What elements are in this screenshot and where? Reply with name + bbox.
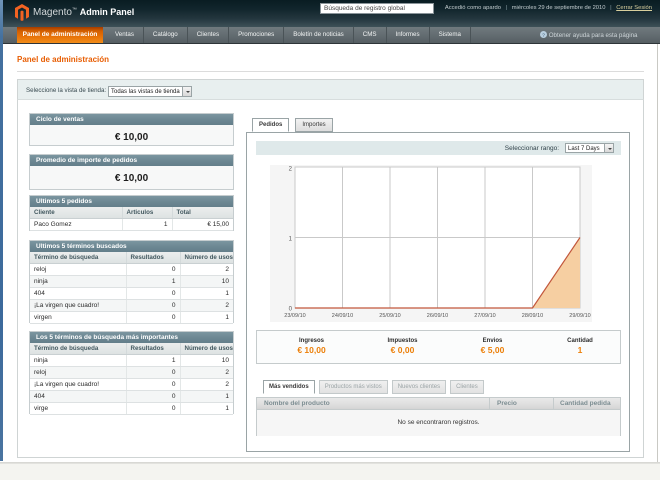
svg-text:23/09/10: 23/09/10 [284,313,305,319]
svg-text:28/09/10: 28/09/10 [522,313,543,319]
svg-text:?: ? [542,32,545,38]
svg-text:27/09/10: 27/09/10 [474,313,495,319]
svg-text:29/09/10: 29/09/10 [569,313,590,319]
svg-text:26/09/10: 26/09/10 [427,313,448,319]
svg-text:25/09/10: 25/09/10 [379,313,400,319]
svg-text:24/09/10: 24/09/10 [332,313,353,319]
